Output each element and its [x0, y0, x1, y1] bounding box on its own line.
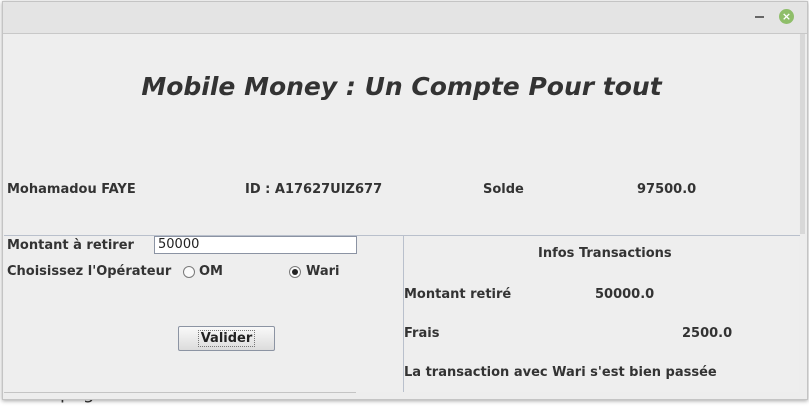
- withdrawn-amount-label: Montant retiré: [404, 287, 512, 302]
- account-name: Mohamadou FAYE: [7, 182, 136, 197]
- validate-button-label: Valider: [197, 330, 256, 347]
- balance-value: 97500.0: [637, 182, 697, 197]
- account-id: ID : A17627UIZ677: [245, 182, 383, 197]
- operator-label: Choisissez l'Opérateur: [7, 264, 172, 279]
- operator-wari-radio[interactable]: [289, 266, 301, 278]
- close-icon[interactable]: ×: [779, 9, 794, 24]
- window-edge-strip: [800, 34, 805, 234]
- validate-button[interactable]: Valider: [178, 326, 275, 351]
- operator-om-label[interactable]: OM: [199, 264, 223, 279]
- balance-label: Solde: [483, 182, 524, 197]
- fees-value: 2500.0: [682, 326, 733, 341]
- operator-om-radio[interactable]: [183, 266, 195, 278]
- app-window: × Mobile Money : Un Compte Pour tout Moh…: [2, 1, 808, 400]
- transactions-title: Infos Transactions: [538, 246, 672, 261]
- panel-bottom-edge: [4, 392, 356, 393]
- title-bar[interactable]: ×: [3, 2, 807, 34]
- main-panel: Mobile Money : Un Compte Pour tout Moham…: [4, 34, 800, 393]
- fees-label: Frais: [404, 326, 440, 341]
- amount-label: Montant à retirer: [7, 238, 134, 253]
- withdrawn-amount-value: 50000.0: [595, 287, 655, 302]
- amount-input[interactable]: 50000: [154, 236, 357, 254]
- transaction-status-message: La transaction avec Wari s'est bien pass…: [404, 365, 717, 380]
- section-divider: [4, 235, 800, 236]
- minimize-icon[interactable]: [755, 16, 764, 18]
- operator-wari-label[interactable]: Wari: [306, 264, 340, 279]
- page-title: Mobile Money : Un Compte Pour tout: [141, 72, 662, 101]
